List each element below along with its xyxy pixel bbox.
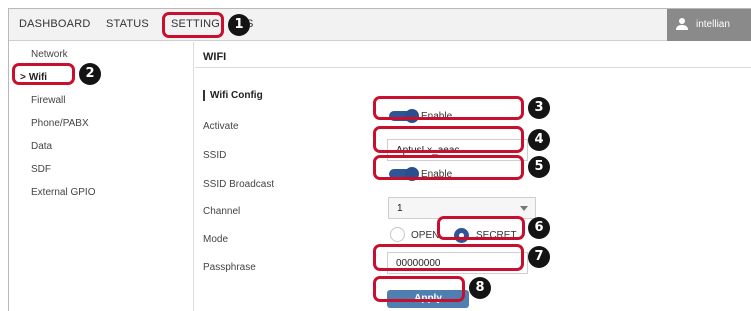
chevron-right-icon: > xyxy=(20,72,26,83)
passphrase-label: Passphrase xyxy=(203,262,256,273)
mode-label: Mode xyxy=(203,234,229,245)
sidebar: Network > Wifi Firewall Phone/PABX Data S… xyxy=(9,42,194,311)
activate-toggle-label: Enable xyxy=(421,111,453,122)
ssid-broadcast-toggle-label: Enable xyxy=(421,169,453,180)
app-window: DASHBOARD STATUS SETTING S intellian Net… xyxy=(8,8,751,311)
step-badge-1: 1 xyxy=(228,14,250,36)
top-nav: DASHBOARD STATUS SETTING S intellian xyxy=(9,9,751,41)
apply-button[interactable]: Apply xyxy=(387,290,469,308)
channel-select[interactable]: 1 xyxy=(388,197,536,219)
nav-dashboard[interactable]: DASHBOARD xyxy=(19,18,90,30)
sidebar-item-data[interactable]: Data xyxy=(31,141,52,152)
channel-select-value: 1 xyxy=(397,203,403,214)
step-badge-2: 2 xyxy=(79,63,101,85)
sidebar-item-network[interactable]: Network xyxy=(31,49,68,60)
step-badge-8: 8 xyxy=(469,277,491,299)
channel-label: Channel xyxy=(203,206,241,217)
passphrase-input[interactable]: 00000000 xyxy=(387,252,528,274)
sidebar-item-firewall[interactable]: Firewall xyxy=(31,95,65,106)
step-badge-4: 4 xyxy=(528,129,550,151)
step-badge-5: 5 xyxy=(528,156,550,178)
step-badge-6: 6 xyxy=(528,217,550,239)
user-menu[interactable]: intellian xyxy=(667,9,751,41)
ssid-broadcast-toggle[interactable] xyxy=(389,167,419,181)
user-icon xyxy=(676,18,688,30)
nav-status[interactable]: STATUS xyxy=(106,18,149,30)
sidebar-item-external-gpio[interactable]: External GPIO xyxy=(31,187,95,198)
ssid-label: SSID xyxy=(203,150,227,161)
sidebar-item-sdf[interactable]: SDF xyxy=(31,164,51,175)
main-panel: WIFI Wifi Config Activate Enable SSID Ap… xyxy=(195,42,751,311)
chevron-down-icon xyxy=(520,206,528,211)
mode-radio-open[interactable] xyxy=(390,227,405,242)
activate-toggle[interactable] xyxy=(389,109,419,123)
ssid-input[interactable]: AptusLx_aeac xyxy=(387,139,528,161)
user-name: intellian xyxy=(696,19,730,30)
sidebar-item-phone-pabx[interactable]: Phone/PABX xyxy=(31,118,89,129)
activate-label: Activate xyxy=(203,121,239,132)
mode-option-secret: SECRET xyxy=(476,230,517,241)
ssid-broadcast-label: SSID Broadcast xyxy=(203,179,275,190)
step-badge-7: 7 xyxy=(528,246,550,268)
page-header: WIFI xyxy=(195,42,751,68)
page-title: WIFI xyxy=(203,51,227,63)
sidebar-item-wifi[interactable]: > Wifi xyxy=(20,72,47,83)
mode-radio-secret[interactable] xyxy=(454,228,469,243)
nav-setting[interactable]: SETTING xyxy=(171,18,220,30)
sidebar-item-label: Wifi xyxy=(28,72,48,83)
mode-option-open: OPEN xyxy=(411,230,440,241)
step-badge-3: 3 xyxy=(528,97,550,119)
section-marker xyxy=(203,90,205,101)
section-title: Wifi Config xyxy=(210,90,263,101)
